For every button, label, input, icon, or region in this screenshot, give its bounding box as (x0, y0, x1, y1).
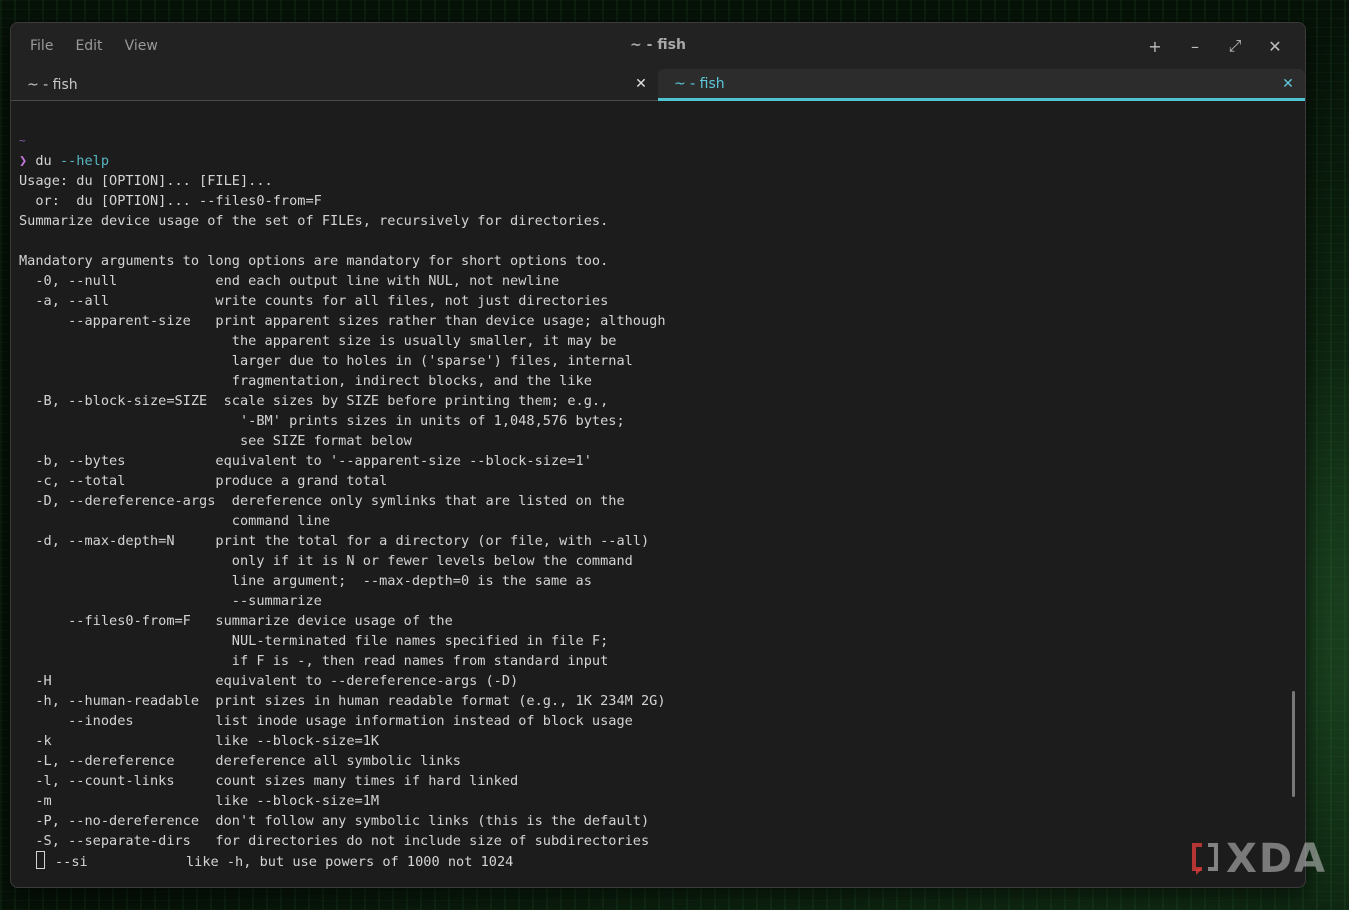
last-output-line: --si like -h, but use powers of 1000 not… (19, 851, 1285, 871)
menu-bar: File Edit View (19, 34, 169, 58)
watermark: XDA (1190, 836, 1327, 882)
output-line: -m like --block-size=1M (19, 793, 380, 809)
output-line: '-BM' prints sizes in units of 1,048,576… (19, 413, 625, 429)
output-line: -P, --no-dereference don't follow any sy… (19, 813, 650, 829)
command-argument: --help (59, 153, 110, 169)
output-line: -B, --block-size=SIZE scale sizes by SIZ… (19, 393, 609, 409)
output-line: --apparent-size print apparent sizes rat… (19, 313, 666, 329)
output-line: line argument; --max-depth=0 is the same… (19, 573, 592, 589)
output-line: -b, --bytes equivalent to '--apparent-si… (19, 453, 592, 469)
scrollbar[interactable] (1292, 691, 1295, 797)
menu-edit[interactable]: Edit (64, 34, 113, 58)
output-line: or: du [OPTION]... --files0-from=F (19, 193, 322, 209)
output-line: command line (19, 513, 330, 529)
xda-logo-icon (1192, 843, 1218, 875)
output-line: --summarize (19, 593, 322, 609)
window-title: ~ - fish (630, 37, 686, 53)
output-line: Mandatory arguments to long options are … (19, 253, 609, 269)
window-controls: + – ⤢ ✕ (1135, 33, 1295, 59)
output-line: see SIZE format below (19, 433, 412, 449)
output-line: the apparent size is usually smaller, it… (19, 333, 617, 349)
output-line: -0, --null end each output line with NUL… (19, 273, 560, 289)
output-line: -c, --total produce a grand total (19, 473, 388, 489)
output-line: -S, --separate-dirs for directories do n… (19, 833, 650, 849)
titlebar: File Edit View ~ - fish + – ⤢ ✕ (11, 23, 1305, 69)
tab-close-icon[interactable]: ✕ (1279, 76, 1297, 92)
output-line: fragmentation, indirect blocks, and the … (19, 373, 592, 389)
menu-file[interactable]: File (19, 34, 64, 58)
output-line: -k like --block-size=1K (19, 733, 380, 749)
tab-label: ~ - fish (674, 75, 725, 92)
output-line: if F is -, then read names from standard… (19, 653, 609, 669)
output-line: Summarize device usage of the set of FIL… (19, 213, 609, 229)
tab-label: ~ - fish (27, 76, 78, 93)
prompt-icon: ❯ (19, 153, 28, 169)
output-line: -h, --human-readable print sizes in huma… (19, 693, 666, 709)
command-name: du (35, 153, 52, 169)
watermark-text: XDA (1226, 836, 1327, 882)
close-window-icon[interactable]: ✕ (1255, 33, 1295, 59)
new-tab-icon[interactable]: + (1135, 33, 1175, 59)
text-cursor (36, 851, 45, 869)
output-line: -H equivalent to --dereference-args (-D) (19, 673, 519, 689)
output-line: only if it is N or fewer levels below th… (19, 553, 633, 569)
output-line: -a, --all write counts for all files, no… (19, 293, 609, 309)
help-output: Usage: du [OPTION]... [FILE]... or: du [… (19, 171, 1285, 851)
output-line: larger due to holes in ('sparse') files,… (19, 353, 633, 369)
tab-bar: ~ - fish ✕ ~ - fish ✕ (11, 69, 1305, 101)
output-line: -l, --count-links count sizes many times… (19, 773, 519, 789)
output-line: --files0-from=F summarize device usage o… (19, 613, 453, 629)
cwd-indicator: ~ (19, 134, 26, 147)
minimize-icon[interactable]: – (1175, 33, 1215, 59)
last-line-text: --si like -h, but use powers of 1000 not… (55, 854, 514, 870)
output-line: Usage: du [OPTION]... [FILE]... (19, 173, 273, 189)
output-line: NUL-terminated file names specified in f… (19, 633, 609, 649)
output-line: -L, --dereference dereference all symbol… (19, 753, 461, 769)
tab-close-icon[interactable]: ✕ (632, 76, 650, 92)
output-line: --inodes list inode usage information in… (19, 713, 633, 729)
terminal-output[interactable]: ~ ❯ du --help Usage: du [OPTION]... [FIL… (19, 131, 1285, 879)
output-line: -d, --max-depth=N print the total for a … (19, 533, 650, 549)
output-line: -D, --dereference-args dereference only … (19, 493, 625, 509)
terminal-window: File Edit View ~ - fish + – ⤢ ✕ ~ - fish… (10, 22, 1306, 888)
maximize-icon[interactable]: ⤢ (1215, 33, 1255, 59)
menu-view[interactable]: View (114, 34, 169, 58)
tab-2-active[interactable]: ~ - fish ✕ (658, 69, 1305, 101)
command-line: ❯ du --help (19, 151, 1285, 171)
tab-1[interactable]: ~ - fish ✕ (11, 69, 658, 101)
